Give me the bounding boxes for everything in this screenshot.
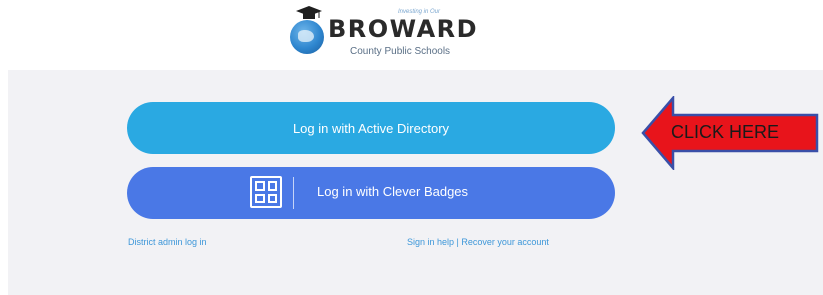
active-directory-login-label: Log in with Active Directory (292, 120, 450, 136)
qr-badge-icon (250, 176, 282, 208)
sign-in-help-link[interactable]: Sign in help | Recover your account (407, 237, 549, 247)
clever-badges-login-label: Log in with Clever Badges (317, 184, 469, 199)
button-divider (293, 177, 294, 209)
graduation-cap-icon (296, 6, 322, 19)
globe-icon (290, 20, 324, 54)
logo-wordmark: BROWARD (328, 15, 479, 43)
login-page: Investing in Our BROWARD County Public S… (0, 0, 823, 295)
broward-logo: Investing in Our BROWARD County Public S… (286, 4, 477, 62)
logo-subtitle: County Public Schools (350, 46, 451, 57)
district-admin-login-link[interactable]: District admin log in (128, 237, 207, 247)
click-here-text: CLICK HERE (671, 122, 780, 142)
clever-badges-login-button[interactable]: Log in with Clever Badges (127, 167, 615, 219)
click-here-annotation: CLICK HERE (641, 96, 819, 170)
active-directory-login-button[interactable]: Log in with Active Directory (127, 102, 615, 154)
